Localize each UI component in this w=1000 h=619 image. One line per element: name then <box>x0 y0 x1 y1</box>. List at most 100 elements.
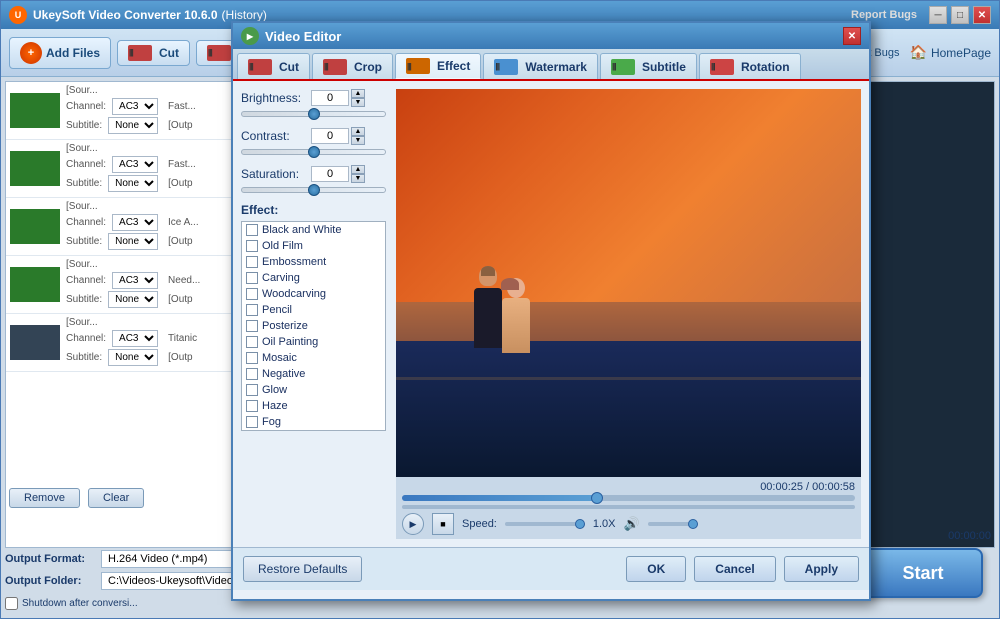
file-thumb-3 <box>10 209 60 244</box>
effect-checkbox-6[interactable] <box>246 320 258 332</box>
tab-crop[interactable]: Crop <box>312 53 393 79</box>
brightness-track[interactable] <box>241 111 386 117</box>
effect-checkbox-2[interactable] <box>246 256 258 268</box>
effect-item-7[interactable]: Oil Painting <box>242 334 385 350</box>
effect-item-1[interactable]: Old Film <box>242 238 385 254</box>
effect-label-7: Oil Painting <box>262 336 318 348</box>
channel-select-4[interactable]: AC3 <box>112 272 158 289</box>
subtitle-select-3[interactable]: None <box>108 233 158 250</box>
timeline-bottom-track[interactable] <box>402 505 855 509</box>
channel-select-2[interactable]: AC3 <box>112 156 158 173</box>
saturation-thumb[interactable] <box>308 184 320 196</box>
preview-time-bg: 00:00:00 <box>948 530 991 542</box>
female-head <box>507 278 525 298</box>
title-bar-controls: Report Bugs ─ □ ✕ <box>851 6 991 24</box>
contrast-input[interactable] <box>311 128 349 144</box>
clear-button[interactable]: Clear <box>88 488 144 508</box>
speed-thumb[interactable] <box>575 519 585 529</box>
effect-item-5[interactable]: Pencil <box>242 302 385 318</box>
contrast-up[interactable]: ▲ <box>351 127 365 136</box>
saturation-up[interactable]: ▲ <box>351 165 365 174</box>
dialog-close-button[interactable]: ✕ <box>843 27 861 45</box>
effect-item-10[interactable]: Glow <box>242 382 385 398</box>
tab-effect[interactable]: Effect <box>395 53 481 79</box>
effect-checkbox-3[interactable] <box>246 272 258 284</box>
effect-item-2[interactable]: Embossment <box>242 254 385 270</box>
effect-item-3[interactable]: Carving <box>242 270 385 286</box>
subtitle-select-1[interactable]: None <box>108 117 158 134</box>
tab-watermark[interactable]: Watermark <box>483 53 598 79</box>
ok-button[interactable]: OK <box>626 556 686 582</box>
effect-checkbox-4[interactable] <box>246 288 258 300</box>
restore-defaults-button[interactable]: Restore Defaults <box>243 556 362 582</box>
volume-track[interactable] <box>648 522 698 526</box>
progress-track[interactable] <box>402 495 855 501</box>
channel-select-5[interactable]: AC3 <box>112 330 158 347</box>
start-button[interactable]: Start <box>863 548 983 598</box>
effect-item-11[interactable]: Haze <box>242 398 385 414</box>
effect-list-label: Effect: <box>241 203 386 217</box>
effect-item-8[interactable]: Mosaic <box>242 350 385 366</box>
channel-select-3[interactable]: AC3 <box>112 214 158 231</box>
restore-button[interactable]: □ <box>951 6 969 24</box>
saturation-label: Saturation: <box>241 167 311 181</box>
subtitle-select-2[interactable]: None <box>108 175 158 192</box>
brightness-down[interactable]: ▼ <box>351 98 365 107</box>
tab-cut[interactable]: Cut <box>237 53 310 79</box>
volume-thumb[interactable] <box>688 519 698 529</box>
tab-subtitle-label: Subtitle <box>642 60 686 74</box>
add-files-button[interactable]: + Add Files <box>9 37 111 69</box>
channel-select-1[interactable]: AC3 <box>112 98 158 115</box>
effect-checkbox-5[interactable] <box>246 304 258 316</box>
effect-item-0[interactable]: Black and White <box>242 222 385 238</box>
timeline-area: 00:00:25 / 00:00:58 ▶ ■ Speed: <box>396 477 861 539</box>
effect-checkbox-11[interactable] <box>246 400 258 412</box>
shutdown-row: Shutdown after conversi... <box>5 597 138 610</box>
effect-item-9[interactable]: Negative <box>242 366 385 382</box>
tab-rotation[interactable]: Rotation <box>699 53 801 79</box>
effect-checkbox-1[interactable] <box>246 240 258 252</box>
effect-item-6[interactable]: Posterize <box>242 318 385 334</box>
apply-button[interactable]: Apply <box>784 556 859 582</box>
effect-checkbox-7[interactable] <box>246 336 258 348</box>
effect-checkbox-8[interactable] <box>246 352 258 364</box>
effect-checkbox-12[interactable] <box>246 416 258 428</box>
cut-button[interactable]: Cut <box>117 40 190 66</box>
subtitle-select-4[interactable]: None <box>108 291 158 308</box>
brightness-input[interactable] <box>311 90 349 106</box>
contrast-group: Contrast: ▲ ▼ <box>241 127 386 155</box>
close-app-button[interactable]: ✕ <box>973 6 991 24</box>
stop-button[interactable]: ■ <box>432 513 454 535</box>
remove-button[interactable]: Remove <box>9 488 80 508</box>
minimize-button[interactable]: ─ <box>929 6 947 24</box>
effect-label-5: Pencil <box>262 304 292 316</box>
progress-thumb[interactable] <box>591 492 603 504</box>
saturation-down[interactable]: ▼ <box>351 174 365 183</box>
subtitle-select-5[interactable]: None <box>108 349 158 366</box>
effect-item-13[interactable]: Motion Blur <box>242 430 385 431</box>
output-format-label: Output Format: <box>5 553 95 565</box>
speed-label: Speed: <box>462 518 497 530</box>
saturation-input[interactable] <box>311 166 349 182</box>
homepage-button[interactable]: 🏠 HomePage <box>910 44 991 61</box>
figure-female <box>496 278 536 368</box>
effect-item-4[interactable]: Woodcarving <box>242 286 385 302</box>
brightness-thumb[interactable] <box>308 108 320 120</box>
tab-subtitle[interactable]: Subtitle <box>600 53 697 79</box>
contrast-down[interactable]: ▼ <box>351 136 365 145</box>
saturation-track[interactable] <box>241 187 386 193</box>
effect-item-12[interactable]: Fog <box>242 414 385 430</box>
effect-checkbox-9[interactable] <box>246 368 258 380</box>
effect-checkbox-10[interactable] <box>246 384 258 396</box>
volume-icon[interactable]: 🔊 <box>624 516 640 532</box>
play-button[interactable]: ▶ <box>402 513 424 535</box>
scene-background <box>396 89 861 477</box>
speed-track[interactable] <box>505 522 585 526</box>
effect-list-container[interactable]: Black and WhiteOld FilmEmbossmentCarving… <box>241 221 386 431</box>
effect-checkbox-0[interactable] <box>246 224 258 236</box>
shutdown-checkbox[interactable] <box>5 597 18 610</box>
brightness-up[interactable]: ▲ <box>351 89 365 98</box>
contrast-thumb[interactable] <box>308 146 320 158</box>
cancel-button[interactable]: Cancel <box>694 556 775 582</box>
contrast-track[interactable] <box>241 149 386 155</box>
